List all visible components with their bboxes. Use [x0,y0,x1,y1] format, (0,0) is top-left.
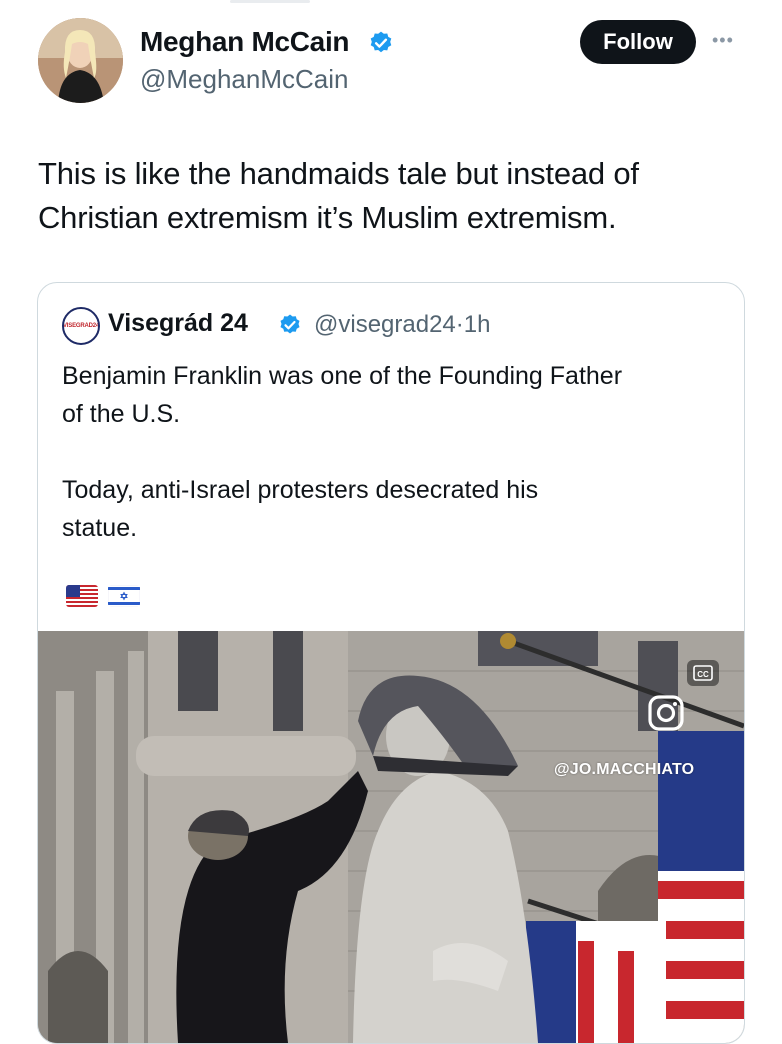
quoted-timestamp[interactable]: 1h [464,311,491,338]
instagram-logo-icon [648,695,684,731]
author-handle[interactable]: @MeghanMcCain [140,64,348,95]
verified-badge-icon [280,314,300,334]
us-flag-icon [66,585,98,607]
quoted-author-name[interactable]: Visegrád 24 [108,309,248,338]
closed-captions-icon[interactable]: CC [686,659,720,687]
quoted-author-handle[interactable]: @visegrad24 [314,311,456,338]
follow-button[interactable]: Follow [580,20,696,64]
quoted-post[interactable]: VISEGRAD24 Visegrád 24 @visegrad24·1h Be… [37,282,745,1044]
quoted-text-line: statue. [62,514,138,542]
quoted-text-blank [62,433,722,471]
quoted-text-line: of the U.S. [62,400,181,428]
quoted-text: Benjamin Franklin was one of the Foundin… [62,357,722,547]
post-text-line: This is like the handmaids tale but inst… [38,156,639,191]
quoted-meta: @visegrad24·1h [314,311,490,339]
post-text-line: Christian extremism it’s Muslim extremis… [38,200,617,235]
israel-flag-icon [108,585,140,607]
quoted-text-line: Today, anti-Israel protesters desecrated… [62,476,539,504]
avatar-photo [38,18,123,103]
author-name[interactable]: Meghan McCain [140,26,350,58]
avatar[interactable] [38,18,123,103]
quoted-media-image[interactable]: CC @JO.MACCHIATO [38,631,744,1043]
svg-text:CC: CC [697,670,709,679]
quoted-avatar-logo-text: VISEGRAD24 [63,323,100,329]
post-text: This is like the handmaids tale but inst… [38,152,738,240]
statue-protest-photo [38,631,744,1043]
verified-badge-icon [370,31,392,53]
video-watermark: @JO.MACCHIATO [554,761,695,778]
flag-emojis [66,585,140,607]
quoted-avatar[interactable]: VISEGRAD24 [62,307,100,345]
more-options-icon[interactable]: ••• [712,28,746,52]
quoted-text-line: Benjamin Franklin was one of the Foundin… [62,362,623,390]
meta-separator: · [455,311,464,338]
post: Meghan McCain @MeghanMcCain Follow ••• T… [0,0,782,1044]
